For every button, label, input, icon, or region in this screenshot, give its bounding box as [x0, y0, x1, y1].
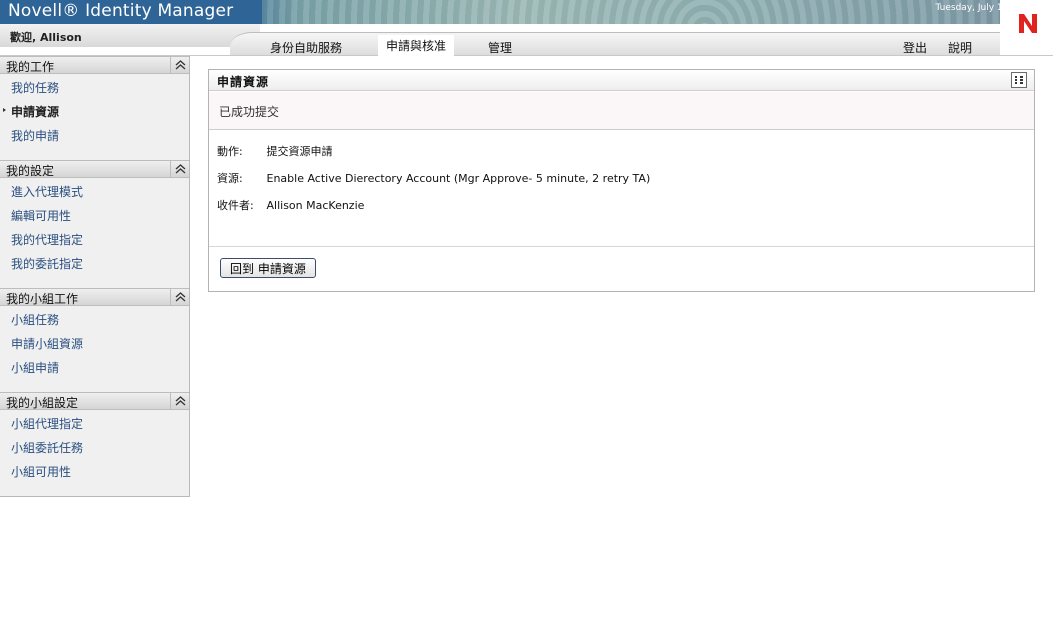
sidebar-item-my-proxy-assignments[interactable]: 我的代理指定: [0, 226, 189, 250]
detail-row-resource: 資源: Enable Active Dierectory Account (Mg…: [217, 170, 650, 186]
action-label: 動作:: [217, 145, 243, 158]
sidebar-item-my-tasks[interactable]: 我的任務: [0, 74, 189, 98]
section-title: 我的設定: [6, 164, 55, 178]
double-chevron-up-icon[interactable]: [170, 56, 189, 74]
section-my-settings: 我的設定 進入代理模式 編輯可用性 我的代理指定 我的委託指定: [0, 160, 189, 274]
welcome-area: 歡迎, Allison: [0, 24, 260, 47]
section-header: 我的工作: [0, 56, 189, 74]
panel-divider: [209, 246, 1034, 247]
section-my-work: 我的工作 我的任務 申請資源 我的申請: [0, 56, 189, 146]
sidebar-item-team-availability[interactable]: 小組可用性: [0, 458, 189, 482]
sidebar-item-request-team-resources[interactable]: 申請小組資源: [0, 330, 189, 354]
detail-row-recipient: 收件者: Allison MacKenzie: [217, 197, 364, 213]
section-header: 我的設定: [0, 160, 189, 178]
sidebar-item-request-resources[interactable]: 申請資源: [0, 98, 189, 122]
section-title: 我的小組工作: [6, 292, 79, 306]
app-header: Novell® Identity Manager Tuesday, July 1…: [0, 0, 1053, 56]
tab-requests-approvals[interactable]: 申請與核准: [378, 35, 455, 56]
section-title: 我的工作: [6, 60, 55, 74]
novell-n-logo-icon: [1019, 14, 1037, 33]
sidebar-item-enter-proxy-mode[interactable]: 進入代理模式: [0, 178, 189, 202]
sidebar-item-my-requests[interactable]: 我的申請: [0, 122, 189, 146]
panel-title: 申請資源: [217, 75, 270, 89]
status-message-bar: 已成功提交: [209, 92, 1034, 130]
sidebar-item-my-delegate-assignments[interactable]: 我的委託指定: [0, 250, 189, 274]
recipient-value: Allison MacKenzie: [266, 199, 365, 212]
section-header: 我的小組工作: [0, 288, 189, 306]
recipient-label: 收件者:: [217, 199, 254, 212]
section-title: 我的小組設定: [6, 396, 79, 410]
sidebar-item-edit-availability[interactable]: 編輯可用性: [0, 202, 189, 226]
sidebar-item-team-proxy-assignments[interactable]: 小組代理指定: [0, 410, 189, 434]
sidebar-item-team-tasks[interactable]: 小組任務: [0, 306, 189, 330]
help-link[interactable]: 說明: [940, 37, 980, 56]
double-chevron-up-icon[interactable]: [170, 160, 189, 178]
sidebar-item-team-delegate-tasks[interactable]: 小組委託任務: [0, 434, 189, 458]
request-resource-panel: 申請資源 已成功提交 動作: 提交資源申請 資源: Enable Active …: [208, 69, 1035, 292]
double-chevron-up-icon[interactable]: [170, 392, 189, 410]
section-header: 我的小組設定: [0, 392, 189, 410]
tab-administration[interactable]: 管理: [480, 37, 520, 56]
tab-self-service[interactable]: 身份自助服務: [262, 37, 350, 56]
section-team-work: 我的小組工作 小組任務 申請小組資源 小組申請: [0, 288, 189, 378]
resource-value: Enable Active Dierectory Account (Mgr Ap…: [266, 172, 651, 185]
welcome-text: 歡迎, Allison: [10, 31, 82, 44]
section-team-settings: 我的小組設定 小組代理指定 小組委託任務 小組可用性: [0, 392, 189, 482]
success-message: 已成功提交: [219, 105, 280, 119]
logout-link[interactable]: 登出: [895, 37, 935, 56]
product-title: Novell® Identity Manager: [8, 1, 234, 21]
action-value: 提交資源申請: [266, 145, 333, 158]
back-to-request-resources-button[interactable]: 回到 申請資源: [220, 258, 316, 278]
double-chevron-up-icon[interactable]: [170, 288, 189, 306]
grid-menu-icon[interactable]: [1011, 72, 1027, 88]
panel-header: 申請資源: [209, 70, 1034, 91]
sidebar-item-team-requests[interactable]: 小組申請: [0, 354, 189, 378]
banner-date: Tuesday, July 11, 2006: [935, 3, 1037, 13]
sidebar: 我的工作 我的任務 申請資源 我的申請 我的設定 進入代理模式 編輯可用性 我的…: [0, 56, 190, 497]
resource-label: 資源:: [217, 172, 243, 185]
detail-row-action: 動作: 提交資源申請: [217, 143, 333, 159]
